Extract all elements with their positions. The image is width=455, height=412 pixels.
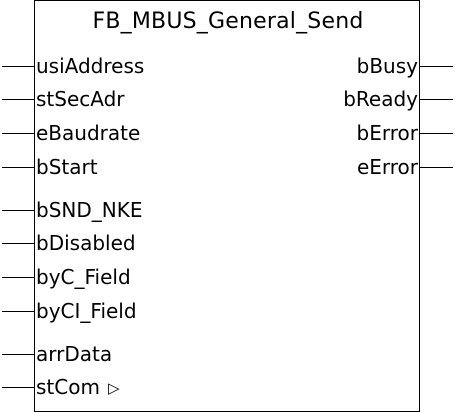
output-pin-line-eerror: [420, 167, 453, 168]
output-pin-line-berror: [420, 133, 453, 134]
output-pin-bready: bReady: [343, 87, 418, 111]
output-pin-line-bbusy: [420, 66, 453, 67]
output-pin-line-bready: [420, 99, 453, 100]
output-pins: bBusy bReady bError eError: [0, 0, 418, 405]
output-pin-bbusy: bBusy: [356, 54, 418, 78]
output-pin-eerror: eError: [356, 155, 418, 179]
output-pin-berror: bError: [356, 121, 418, 145]
